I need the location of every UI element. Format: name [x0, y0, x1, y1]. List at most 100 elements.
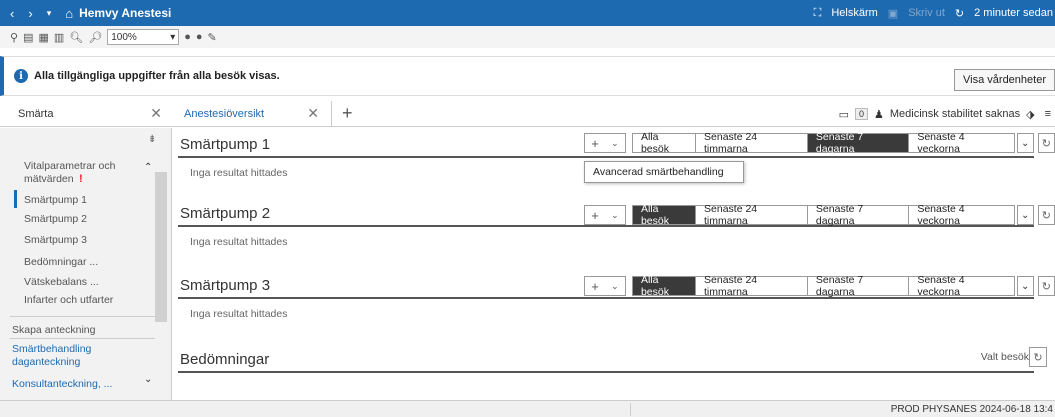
refresh-icon[interactable]: ↻ [1037, 276, 1055, 296]
copy-icon[interactable]: ▥ [54, 31, 64, 44]
home-icon[interactable]: ⌂ [65, 6, 73, 21]
person-icon: ♟ [874, 108, 884, 121]
section-title: Smärtpump 1 [180, 136, 271, 153]
left-tab[interactable]: Smärta ✕ [0, 101, 172, 127]
link-consult-note[interactable]: Konsultanteckning, ... [12, 378, 132, 391]
add-button[interactable]: + ⌄ [584, 205, 626, 225]
print-button[interactable]: Skriv ut [908, 7, 945, 19]
filter-4w[interactable]: Senaste 4 veckorna [909, 203, 1015, 227]
zoom-out-icon[interactable]: 🔎︎ [88, 31, 102, 44]
divider [178, 225, 1034, 227]
empty-message: Inga resultat hittades [190, 167, 288, 179]
binoculars-icon[interactable]: ⚲ [10, 31, 18, 44]
alert-icon: ! [79, 173, 83, 185]
refresh-icon[interactable]: ↻ [955, 7, 964, 20]
add-tab-icon[interactable]: + [342, 103, 353, 124]
filter-controls-3: + ⌄ Alla besök Senaste 24 timmarna Senast… [584, 274, 1055, 298]
filter-24h[interactable]: Senaste 24 timmarna [696, 203, 808, 227]
selected-visit-label: Valt besök [980, 351, 1029, 363]
filter-24h[interactable]: Senaste 24 timmarna [696, 274, 808, 298]
app-title: Hemvy Anestesi [79, 6, 172, 20]
sidebar-item-pump1[interactable]: Smärtpump 1 [24, 194, 87, 207]
refresh-icon[interactable]: ↻ [1037, 133, 1055, 153]
close-icon[interactable]: ✕ [307, 105, 319, 122]
forward-icon[interactable]: › [28, 6, 32, 21]
add-button[interactable]: + ⌄ [584, 133, 626, 153]
section-title: Smärtpump 2 [180, 205, 271, 222]
tab-anestesioversikt[interactable]: Anestesiöversikt ✕ [172, 100, 332, 127]
filter-4w[interactable]: Senaste 4 veckorna [909, 274, 1015, 298]
divider [178, 156, 1034, 158]
fullscreen-icon[interactable]: ⛶ [814, 7, 822, 20]
link-pain-note[interactable]: Smärtbehandling daganteckning [12, 343, 132, 369]
page-icon[interactable]: ▤ [23, 31, 33, 44]
filter-all[interactable]: Alla besök [631, 274, 697, 298]
sidebar-item-pump2[interactable]: Smärtpump 2 [24, 213, 87, 226]
status-bar: PROD PHYSANES 2024-06-18 13:4 [0, 400, 1055, 417]
create-note-heading: Skapa anteckning [12, 324, 96, 336]
circle-icon[interactable]: ● [184, 31, 191, 43]
fullscreen-button[interactable]: Helskärm [831, 7, 877, 19]
chevron-down-icon[interactable]: ⌄ [1016, 276, 1034, 296]
menu-icon[interactable]: ≡ [1041, 108, 1055, 120]
filter-controls-1: + ⌄ Alla besök Senaste 24 timmarna Senast… [584, 131, 1055, 155]
dropdown-option[interactable]: Avancerad smärtbehandling [584, 161, 744, 183]
filter-all[interactable]: Alla besök [631, 131, 697, 155]
print-icon[interactable]: ▦ [38, 31, 48, 44]
filter-all[interactable]: Alla besök [631, 203, 697, 227]
filter-7d[interactable]: Senaste 7 dagarna [807, 203, 910, 227]
active-indicator [14, 190, 17, 208]
show-units-button[interactable]: Visa vårdenheter [954, 69, 1055, 91]
filter-4w[interactable]: Senaste 4 veckorna [909, 131, 1015, 155]
stability-warning[interactable]: Medicinsk stabilitet saknas [890, 108, 1020, 120]
section-title: Bedömningar [180, 351, 270, 368]
count-badge: 0 [854, 108, 868, 120]
sidebar-item-pump3[interactable]: Smärtpump 3 [24, 234, 87, 247]
left-tab-label: Smärta [18, 107, 54, 120]
info-icon: i [14, 69, 28, 83]
close-icon[interactable]: ✕ [150, 105, 162, 122]
zoom-select[interactable]: 100% ▾ [107, 29, 180, 45]
divider [178, 371, 1034, 373]
divider [10, 338, 155, 339]
circle-icon[interactable]: ● [196, 31, 203, 43]
filter-controls-2: + ⌄ Alla besök Senaste 24 timmarna Senast… [584, 203, 1055, 227]
empty-message: Inga resultat hittades [190, 308, 288, 320]
refresh-time: 2 minuter sedan [974, 7, 1053, 19]
chevron-down-icon[interactable]: ⌄ [1016, 133, 1034, 153]
main-tabbar: Anestesiöversikt ✕ + ▭ 0 ♟ Medicinsk sta… [172, 100, 1055, 127]
pin-icon[interactable]: ⇟ [148, 134, 156, 145]
section-title: Smärtpump 3 [180, 277, 271, 294]
refresh-icon[interactable]: ↻ [1037, 205, 1055, 225]
filter-7d[interactable]: Senaste 7 dagarna [807, 131, 910, 155]
info-message: Alla tillgängliga uppgifter från alla be… [34, 70, 280, 82]
chevron-down-icon[interactable]: ⌄ [1016, 205, 1034, 225]
divider [178, 297, 1034, 299]
empty-message: Inga resultat hittades [190, 236, 288, 248]
chevron-down-icon[interactable]: ⌄ [144, 374, 152, 385]
zoom-in-icon[interactable]: 🔍︎ [69, 31, 83, 44]
print-icon[interactable]: ▣ [888, 7, 898, 20]
tag-icon[interactable]: ⬗ [1026, 108, 1034, 121]
add-button[interactable]: + ⌄ [584, 276, 626, 296]
sidebar-scrollbar[interactable] [155, 172, 167, 322]
sidebar: ⇟ Vitalparametrar och mätvärden ! ⌃ Smär… [0, 128, 172, 400]
filter-24h[interactable]: Senaste 24 timmarna [696, 131, 808, 155]
back-icon[interactable]: ‹ [10, 6, 14, 21]
info-banner: i Alla tillgängliga uppgifter från alla … [0, 56, 1055, 96]
inbox-icon[interactable]: ▭ [839, 108, 849, 121]
sidebar-item-assessments[interactable]: Bedömningar ... [24, 256, 98, 269]
toolbar: ⚲ ▤ ▦ ▥ 🔍︎ 🔎︎ 100% ▾ ● ● ✎ [0, 26, 1055, 48]
edit-icon[interactable]: ✎ [208, 31, 217, 44]
chevron-up-icon[interactable]: ⌃ [144, 162, 152, 173]
title-bar: ‹ › ▾ ⌂ Hemvy Anestesi ⛶ Helskärm ▣ Skri… [0, 0, 1055, 26]
main-content: Smärtpump 1 Inga resultat hittades + ⌄ Al… [172, 128, 1055, 400]
filter-7d[interactable]: Senaste 7 dagarna [807, 274, 910, 298]
sidebar-item-fluid[interactable]: Vätskebalans ... [24, 276, 99, 289]
dropdown-icon[interactable]: ▾ [47, 8, 52, 19]
refresh-icon[interactable]: ↻ [1029, 347, 1047, 367]
sidebar-item-lines[interactable]: Infarter och utfarter [24, 294, 113, 307]
status-text: PROD PHYSANES 2024-06-18 13:4 [890, 404, 1053, 415]
divider [630, 403, 631, 416]
tab-label: Anestesiöversikt [184, 107, 265, 120]
